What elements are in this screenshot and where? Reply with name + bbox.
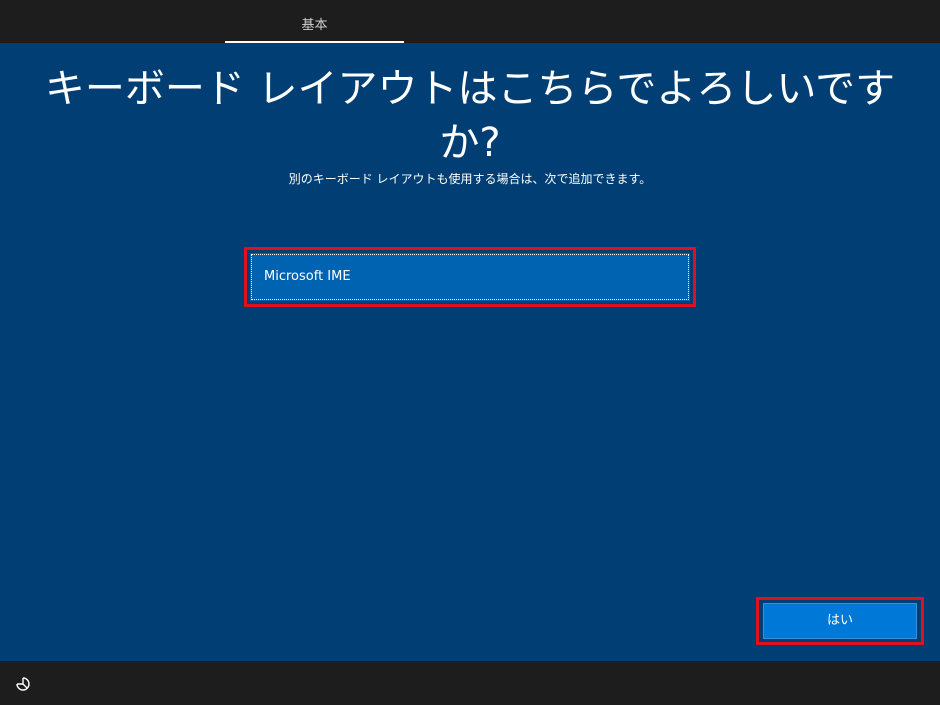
page-subtitle: 別のキーボード レイアウトも使用する場合は、次で追加できます。 <box>288 172 652 186</box>
tab-basics-label: 基本 <box>301 18 328 33</box>
page-title: キーボード レイアウトはこちらでよろしいですか? <box>44 66 896 166</box>
bottom-bar <box>0 661 940 705</box>
keyboard-layout-item-microsoft-ime[interactable]: Microsoft IME <box>250 253 690 301</box>
yes-button[interactable]: はい <box>763 603 917 639</box>
oobe-screen: 基本 キーボード レイアウトはこちらでよろしいですか? 別のキーボード レイアウ… <box>0 0 940 705</box>
top-bar: 基本 <box>0 0 940 43</box>
tab-basics: 基本 <box>225 0 404 43</box>
ease-of-access-icon[interactable] <box>14 675 32 693</box>
